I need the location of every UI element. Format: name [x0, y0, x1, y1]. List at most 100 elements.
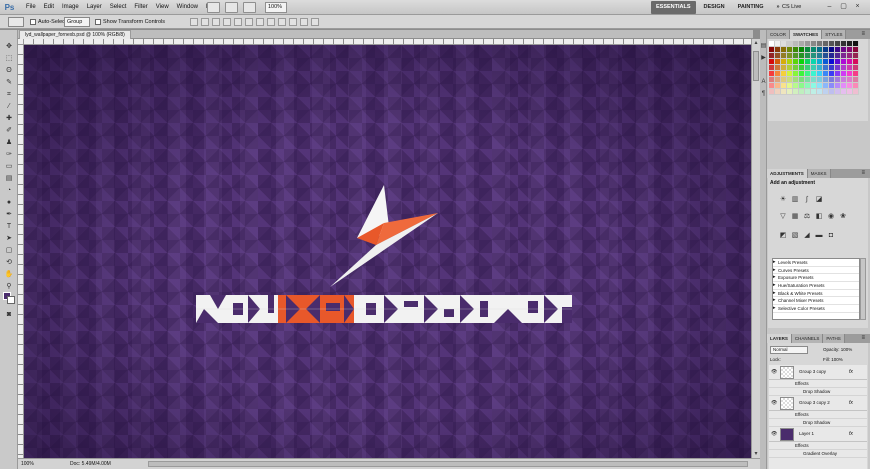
status-doc-size[interactable]: Doc: 5.49M/4.00M	[70, 459, 111, 469]
launch-minibridge-button[interactable]	[225, 2, 238, 13]
shape-tool-icon[interactable]: ▢	[4, 246, 14, 255]
3d-rotate-tool-icon[interactable]: ⟲	[4, 258, 14, 267]
preset-item[interactable]: Black & White Presets	[773, 290, 859, 298]
preset-item[interactable]: Levels Presets	[773, 259, 859, 267]
layer-row[interactable]: 👁 Group 3 copy fx	[769, 365, 867, 380]
scroll-up-icon[interactable]: ▴	[752, 39, 760, 47]
tab-layers[interactable]: LAYERS	[767, 334, 792, 343]
layer-name[interactable]: Layer 1	[799, 431, 814, 436]
move-tool-preset-icon[interactable]	[8, 17, 24, 27]
align-right-icon[interactable]	[245, 18, 253, 26]
vertical-scrollbar[interactable]: ▴ ▾	[751, 39, 760, 458]
actions-panel-icon[interactable]: ▶	[760, 54, 767, 62]
channel-mixer-icon[interactable]: ❀	[839, 213, 847, 221]
panel-menu-icon[interactable]: ≡	[858, 169, 868, 178]
history-brush-tool-icon[interactable]: ✑	[4, 150, 14, 159]
swatch-cell[interactable]	[853, 89, 859, 95]
show-transform-checkbox[interactable]	[95, 19, 101, 25]
preset-item[interactable]: Curves Presets	[773, 267, 859, 275]
layer-effect[interactable]: Drop Shadow	[769, 419, 867, 427]
distribute-top-icon[interactable]	[256, 18, 264, 26]
blend-mode-select[interactable]: Normal	[770, 346, 808, 354]
menu-edit[interactable]: Edit	[40, 0, 58, 15]
layer-effect[interactable]: Drop Shadow	[769, 388, 867, 396]
tab-channels[interactable]: CHANNELS	[791, 334, 824, 343]
menu-image[interactable]: Image	[58, 0, 83, 15]
menu-filter[interactable]: Filter	[130, 0, 151, 15]
type-tool-icon[interactable]: T	[4, 222, 14, 231]
align-vcenter-icon[interactable]	[201, 18, 209, 26]
hue-saturation-icon[interactable]: ▦	[791, 213, 799, 221]
visibility-eye-icon[interactable]: 👁	[771, 431, 777, 437]
paragraph-panel-icon[interactable]: ¶	[760, 90, 767, 98]
distribute-right-icon[interactable]	[311, 18, 319, 26]
swatch-grid[interactable]	[769, 41, 859, 95]
minimize-button[interactable]: –	[824, 2, 835, 12]
layer-row[interactable]: 👁 Group 3 copy 2 fx	[769, 396, 867, 411]
background-color-swatch[interactable]	[7, 296, 15, 304]
distribute-left-icon[interactable]	[289, 18, 297, 26]
photo-filter-icon[interactable]: ◉	[827, 213, 835, 221]
threshold-icon[interactable]: ◢	[803, 232, 811, 240]
fill-value[interactable]: 100%	[831, 357, 843, 362]
preset-item[interactable]: Exposure Presets	[773, 274, 859, 283]
zoom-tool-icon[interactable]: ⚲	[4, 282, 14, 291]
scroll-thumb[interactable]	[753, 51, 759, 81]
maximize-button[interactable]: ▢	[838, 2, 849, 12]
scroll-down-icon[interactable]: ▾	[752, 450, 760, 458]
distribute-hcenter-icon[interactable]	[300, 18, 308, 26]
workspace-design[interactable]: DESIGN	[699, 1, 730, 14]
layer-effects-label[interactable]: Effects	[769, 411, 867, 419]
menu-file[interactable]: File	[22, 0, 40, 15]
preset-item[interactable]: Channel Mixer Presets	[773, 297, 859, 306]
move-tool-icon[interactable]: ✥	[4, 42, 14, 51]
layer-name[interactable]: Group 3 copy 2	[799, 400, 830, 405]
fx-icon[interactable]: fx	[849, 431, 853, 437]
align-bottom-icon[interactable]	[212, 18, 220, 26]
close-button[interactable]: ×	[852, 2, 863, 12]
gradient-map-icon[interactable]: ▬	[815, 232, 823, 240]
eyedropper-tool-icon[interactable]: ⁄	[4, 102, 14, 111]
layer-effect[interactable]: Gradient Overlay	[769, 450, 867, 458]
horizontal-scrollbar[interactable]	[148, 461, 748, 467]
document-canvas[interactable]	[24, 45, 751, 458]
document-tab[interactable]: lyd_wallpaper_fornexb.psd @ 100% (RGB/8)	[19, 30, 131, 39]
layer-effects-label[interactable]: Effects	[769, 442, 867, 450]
auto-select-dropdown[interactable]: Group	[64, 17, 90, 27]
posterize-icon[interactable]: ▧	[791, 232, 799, 240]
menu-layer[interactable]: Layer	[83, 0, 106, 15]
invert-icon[interactable]: ◩	[779, 232, 787, 240]
tab-masks[interactable]: MASKS	[807, 169, 831, 178]
visibility-eye-icon[interactable]: 👁	[771, 400, 777, 406]
healing-brush-tool-icon[interactable]: ✚	[4, 114, 14, 123]
dodge-tool-icon[interactable]: ●	[4, 198, 14, 207]
fx-icon[interactable]: fx	[849, 369, 853, 375]
preset-item[interactable]: Hue/Saturation Presets	[773, 282, 859, 290]
lasso-tool-icon[interactable]: ʘ	[4, 66, 14, 75]
workspace-painting[interactable]: PAINTING	[733, 1, 769, 14]
view-extras-button[interactable]	[243, 2, 256, 13]
tab-adjustments[interactable]: ADJUSTMENTS	[767, 169, 808, 178]
layer-name[interactable]: Group 3 copy	[799, 369, 826, 374]
panel-menu-icon[interactable]: ≡	[858, 30, 868, 39]
align-left-icon[interactable]	[223, 18, 231, 26]
quick-select-tool-icon[interactable]: ✎	[4, 78, 14, 87]
vibrance-icon[interactable]: ▽	[779, 213, 787, 221]
zoom-level-select[interactable]: 100%	[265, 2, 287, 13]
fx-icon[interactable]: fx	[849, 400, 853, 406]
character-panel-icon[interactable]: A	[760, 78, 767, 86]
exposure-icon[interactable]: ◪	[815, 196, 823, 204]
cs-live-button[interactable]: CS Live	[782, 0, 801, 15]
visibility-eye-icon[interactable]: 👁	[771, 369, 777, 375]
eraser-tool-icon[interactable]: ▭	[4, 162, 14, 171]
clone-stamp-tool-icon[interactable]: ♟	[4, 138, 14, 147]
brush-tool-icon[interactable]: ✐	[4, 126, 14, 135]
quick-mask-icon[interactable]: ◙	[4, 310, 14, 319]
auto-select-checkbox[interactable]	[30, 19, 36, 25]
preset-item[interactable]: Selective Color Presets	[773, 305, 859, 313]
workspace-essentials[interactable]: ESSENTIALS	[651, 1, 696, 14]
brightness-icon[interactable]: ☀	[779, 196, 787, 204]
hand-tool-icon[interactable]: ✋	[4, 270, 14, 279]
black-white-icon[interactable]: ◧	[815, 213, 823, 221]
opacity-value[interactable]: 100%	[841, 347, 853, 352]
